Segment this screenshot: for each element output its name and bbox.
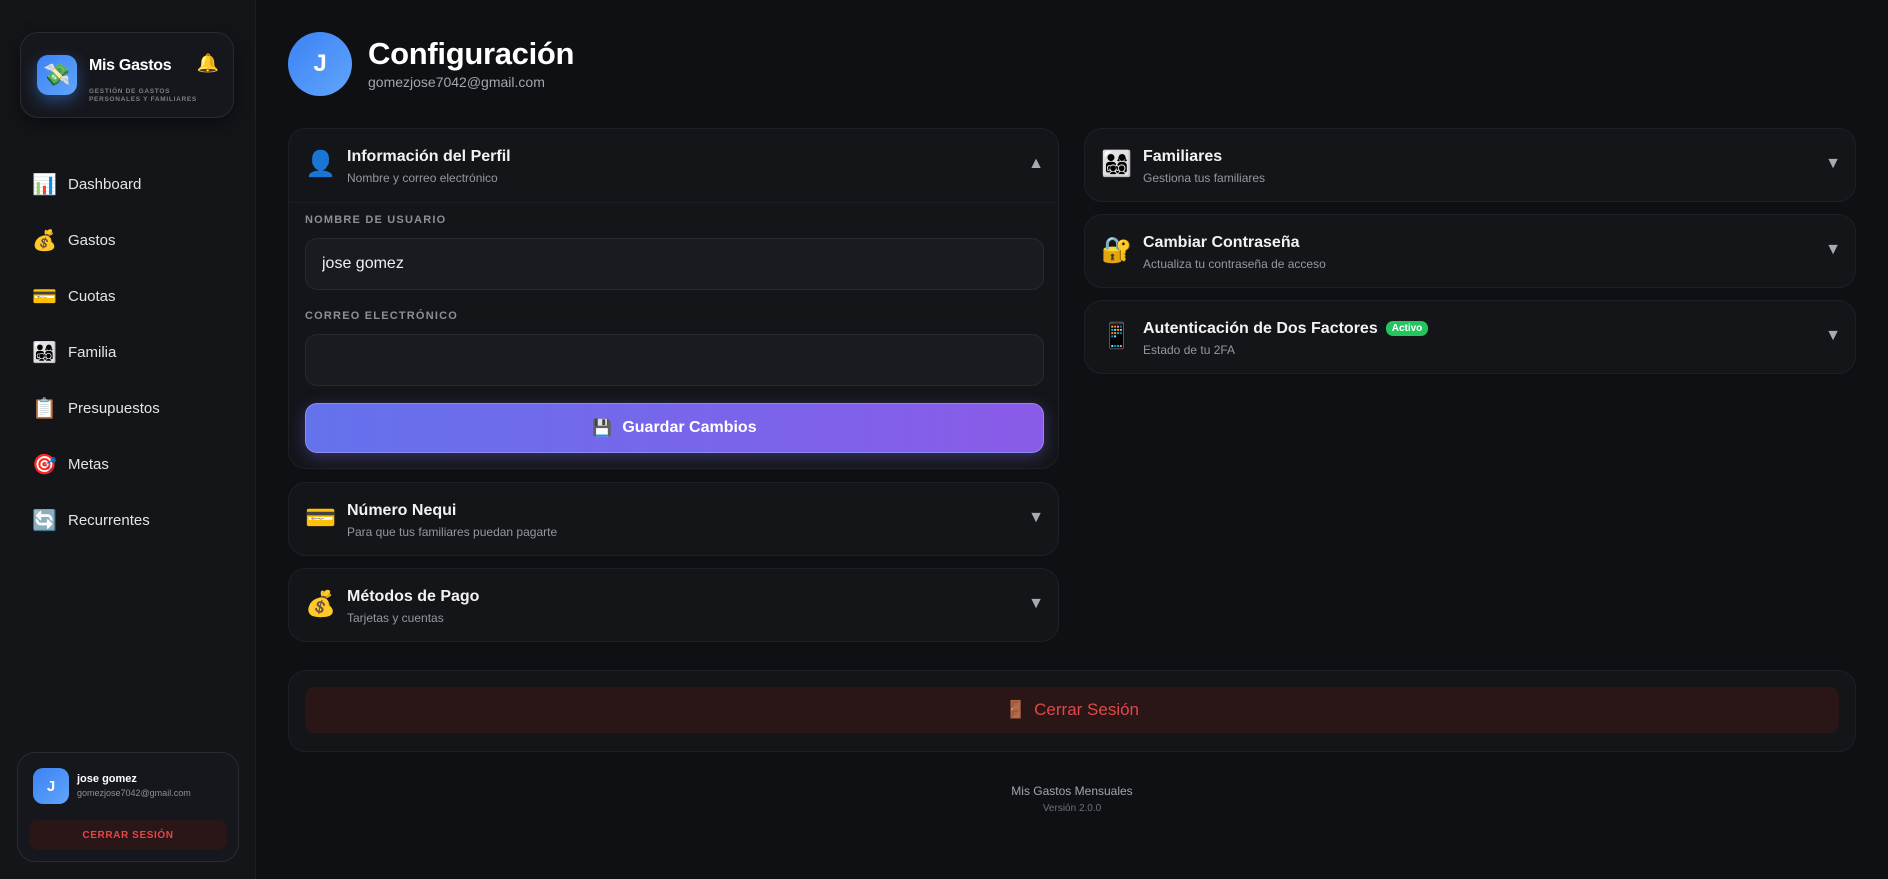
logout-button[interactable]: 🚪 Cerrar Sesión (305, 687, 1839, 733)
money-wings-icon: 💸 (37, 55, 77, 95)
money-bag-icon: 💰 (305, 590, 337, 618)
email-field[interactable] (305, 334, 1044, 386)
chevron-down-icon[interactable]: ▼ (1825, 241, 1841, 259)
target-icon: 🎯 (32, 453, 57, 476)
family-icon: 👨‍👩‍👧‍👦 (1101, 150, 1133, 178)
user-icon: 👤 (305, 150, 337, 178)
footer-app-name: Mis Gastos Mensuales (1011, 784, 1133, 798)
sidebar-item-presupuestos[interactable]: 📋 Presupuestos (22, 380, 234, 436)
payment-methods-panel-header[interactable]: 💰 Métodos de Pago Tarjetas y cuentas ▼ (289, 569, 1058, 643)
family-panel: 👨‍👩‍👧‍👦 Familiares Gestiona tus familiar… (1084, 128, 1856, 202)
panel-subtitle: Nombre y correo electrónico (347, 171, 498, 185)
password-panel: 🔐 Cambiar Contraseña Actualiza tu contra… (1084, 214, 1856, 288)
floppy-disk-icon: 💾 (592, 420, 613, 437)
chevron-down-icon[interactable]: ▼ (1028, 509, 1044, 527)
panel-title: Autenticación de Dos Factores Activo (1143, 320, 1429, 338)
panel-subtitle: Estado de tu 2FA (1143, 343, 1236, 357)
clipboard-icon: 📋 (32, 397, 57, 420)
sidebar-item-familia[interactable]: 👨‍👩‍👧‍👦 Familia (22, 324, 234, 380)
twofa-panel: 📱 Autenticación de Dos Factores Activo Es… (1084, 300, 1856, 374)
user-card: J jose gomez gomezjose7042@gmail.com CER… (17, 752, 239, 862)
sidebar-item-label: Familia (68, 343, 117, 361)
repeat-icon: 🔄 (32, 509, 57, 532)
username-input[interactable] (305, 238, 1044, 290)
panel-subtitle: Actualiza tu contraseña de acceso (1143, 257, 1326, 271)
chevron-down-icon[interactable]: ▼ (1825, 155, 1841, 173)
sidebar-logout-button[interactable]: CERRAR SESIÓN (29, 820, 227, 850)
password-panel-header[interactable]: 🔐 Cambiar Contraseña Actualiza tu contra… (1085, 215, 1855, 289)
bell-icon[interactable]: 🔔 (197, 53, 219, 74)
credit-card-icon: 💳 (305, 504, 337, 532)
sidebar-item-metas[interactable]: 🎯 Metas (22, 436, 234, 492)
nequi-panel: 💳 Número Nequi Para que tus familiares p… (288, 482, 1059, 556)
profile-panel-header[interactable]: 👤 Información del Perfil Nombre y correo… (289, 129, 1058, 203)
sidebar-item-label: Gastos (68, 231, 116, 249)
sidebar-item-gastos[interactable]: 💰 Gastos (22, 212, 234, 268)
brand-name: Mis Gastos (89, 57, 172, 74)
page-title: Configuración (368, 36, 575, 71)
sidebar-item-label: Dashboard (68, 175, 142, 193)
sidebar-nav: 📊 Dashboard 💰 Gastos 💳 Cuotas 👨‍👩‍👧‍👦 Fa… (22, 156, 234, 548)
panel-subtitle: Tarjetas y cuentas (347, 611, 444, 625)
brand-subtitle: GESTIÓN DE GASTOS PERSONALES Y FAMILIARE… (89, 88, 197, 103)
sidebar-item-label: Presupuestos (68, 399, 160, 417)
logout-button-label: Cerrar Sesión (1034, 700, 1140, 719)
brand-card: 💸 Mis Gastos GESTIÓN DE GASTOS PERSONALE… (20, 32, 234, 118)
save-button[interactable]: 💾 Guardar Cambios (305, 403, 1044, 453)
divider (289, 202, 1058, 203)
family-icon: 👨‍👩‍👧‍👦 (32, 341, 57, 364)
panel-title: Cambiar Contraseña (1143, 234, 1300, 251)
money-bag-icon: 💰 (32, 229, 57, 252)
family-panel-header[interactable]: 👨‍👩‍👧‍👦 Familiares Gestiona tus familiar… (1085, 129, 1855, 203)
save-button-label: Guardar Cambios (622, 419, 757, 436)
twofa-panel-header[interactable]: 📱 Autenticación de Dos Factores Activo Es… (1085, 301, 1855, 375)
user-email: gomezjose7042@gmail.com (77, 788, 191, 798)
page-email: gomezjose7042@gmail.com (368, 74, 545, 90)
payment-methods-panel: 💰 Métodos de Pago Tarjetas y cuentas ▼ (288, 568, 1059, 642)
panel-title: Número Nequi (347, 502, 457, 519)
door-icon: 🚪 (1004, 700, 1027, 719)
status-badge: Activo (1385, 321, 1429, 336)
sidebar-item-dashboard[interactable]: 📊 Dashboard (22, 156, 234, 212)
lock-icon: 🔐 (1101, 236, 1133, 264)
panel-title: Familiares (1143, 148, 1223, 165)
sidebar-item-cuotas[interactable]: 💳 Cuotas (22, 268, 234, 324)
chevron-down-icon[interactable]: ▼ (1028, 595, 1044, 613)
sidebar: 💸 Mis Gastos GESTIÓN DE GASTOS PERSONALE… (0, 0, 256, 879)
logout-panel: 🚪 Cerrar Sesión (288, 670, 1856, 752)
sidebar-item-label: Metas (68, 455, 109, 473)
chart-icon: 📊 (32, 173, 57, 196)
panel-title-text: Autenticación de Dos Factores (1143, 320, 1378, 337)
credit-card-icon: 💳 (32, 285, 57, 308)
nequi-panel-header[interactable]: 💳 Número Nequi Para que tus familiares p… (289, 483, 1058, 557)
panel-subtitle: Gestiona tus familiares (1143, 171, 1266, 185)
chevron-down-icon[interactable]: ▼ (1825, 327, 1841, 345)
avatar: J (33, 768, 69, 804)
panel-title: Información del Perfil (347, 148, 511, 165)
chevron-up-icon[interactable]: ▲ (1028, 155, 1044, 173)
avatar: J (288, 32, 352, 96)
mobile-phone-icon: 📱 (1101, 322, 1133, 350)
profile-panel: 👤 Información del Perfil Nombre y correo… (288, 128, 1059, 469)
sidebar-item-label: Recurrentes (68, 511, 150, 529)
user-name: jose gomez (77, 773, 137, 785)
sidebar-item-label: Cuotas (68, 287, 116, 305)
username-label: NOMBRE DE USUARIO (305, 214, 447, 226)
panel-title: Métodos de Pago (347, 588, 480, 605)
sidebar-item-recurrentes[interactable]: 🔄 Recurrentes (22, 492, 234, 548)
email-label: CORREO ELECTRÓNICO (305, 310, 458, 322)
panel-subtitle: Para que tus familiares puedan pagarte (347, 525, 558, 539)
footer-version: Versión 2.0.0 (1042, 803, 1102, 814)
